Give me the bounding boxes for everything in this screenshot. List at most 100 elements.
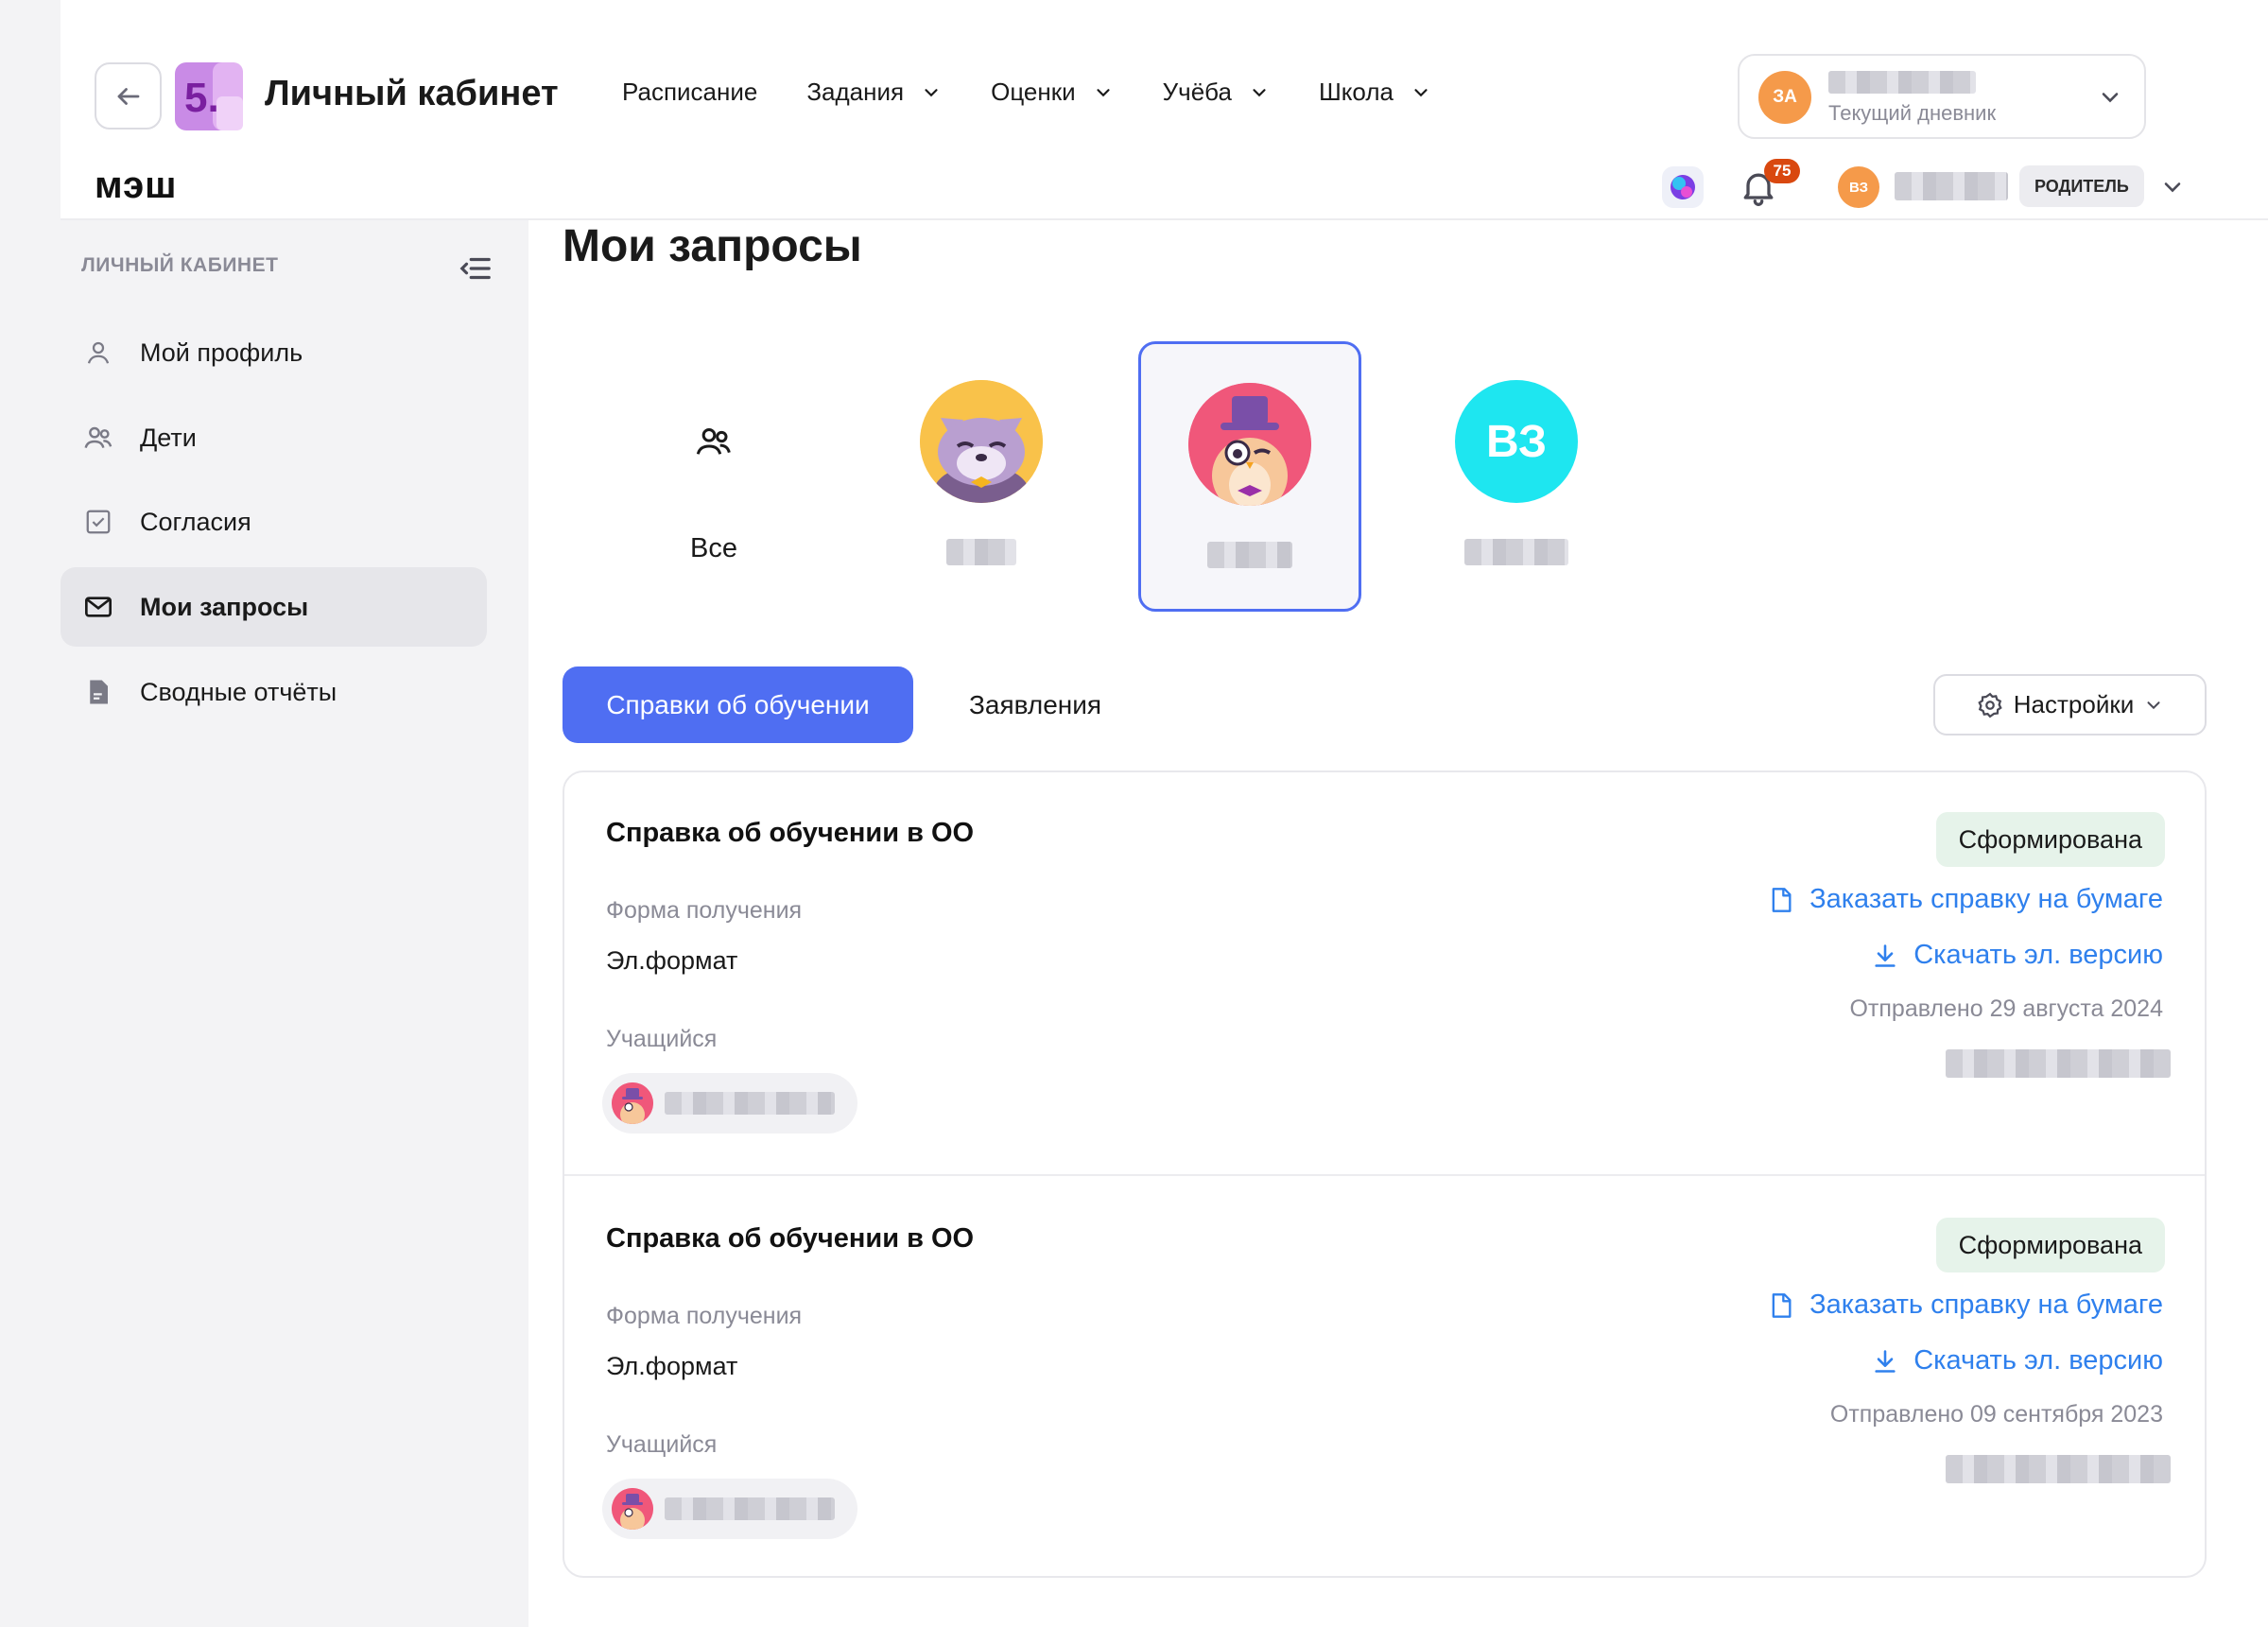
- sidebar-heading: ЛИЧНЫЙ КАБИНЕТ: [81, 254, 279, 276]
- student-name-redacted: [665, 1092, 835, 1115]
- student-name-redacted: [665, 1497, 835, 1520]
- back-button[interactable]: [95, 62, 162, 130]
- nav-school-label: Школа: [1318, 78, 1394, 106]
- collapse-sidebar-icon[interactable]: [458, 251, 493, 286]
- user-name-redacted: [1895, 172, 2008, 200]
- app-logo-icon: 5.: [175, 62, 243, 130]
- chevron-down-icon: [1253, 88, 1266, 96]
- nav-schedule-label: Расписание: [622, 78, 758, 106]
- sidebar-item-label: Мои запросы: [140, 592, 309, 621]
- download-link[interactable]: Скачать эл. версию: [1872, 1345, 2163, 1376]
- checkbox-icon: [79, 508, 117, 536]
- chevron-down-icon: [1097, 88, 1110, 96]
- download-icon: [1875, 1349, 1896, 1373]
- sent-date: Отправлено 29 августа 2024: [1849, 995, 2163, 1022]
- sidebar-item-label: Мой профиль: [140, 338, 303, 367]
- form-value: Эл.формат: [606, 946, 738, 975]
- owl-avatar: [1188, 383, 1311, 506]
- student-label: Учащийся: [606, 1431, 718, 1458]
- document-icon: [79, 678, 117, 706]
- form-label: Форма получения: [606, 897, 803, 924]
- status-badge: Сформирована: [1935, 1218, 2165, 1272]
- main-nav: Расписание Задания Оценки Учёба Школа: [622, 78, 1480, 107]
- assistant-icon[interactable]: [1662, 166, 1704, 208]
- nav-study[interactable]: Учёба: [1163, 78, 1270, 107]
- nav-grades-label: Оценки: [991, 78, 1076, 106]
- child-label: Все: [690, 533, 737, 563]
- child-name-redacted: [1207, 542, 1292, 568]
- form-label: Форма получения: [606, 1303, 803, 1329]
- arrow-left-icon: [117, 87, 139, 105]
- sent-date: Отправлено 09 сентября 2023: [1829, 1401, 2163, 1428]
- student-avatar: [612, 1082, 653, 1124]
- gear-icon: [1978, 692, 2002, 718]
- download-label: Скачать эл. версию: [1913, 940, 2163, 970]
- nav-tasks-label: Задания: [806, 78, 905, 106]
- chevron-down-icon: [2147, 701, 2160, 709]
- settings-button[interactable]: Настройки: [1933, 674, 2207, 736]
- settings-label: Настройки: [2013, 690, 2135, 718]
- request-card: Справка об обучении в ОО Форма получения…: [564, 1174, 2205, 1576]
- child-filter-owl[interactable]: [1138, 341, 1361, 612]
- sidebar-item-my-requests[interactable]: Мои запросы: [61, 567, 487, 647]
- chevron-down-icon: [2102, 93, 2119, 103]
- student-label: Учащийся: [606, 1026, 718, 1052]
- person-icon: [79, 338, 117, 367]
- sidebar: ЛИЧНЫЙ КАБИНЕТ Мой профиль Дети Согласия…: [61, 220, 528, 1627]
- diary-subtitle: Текущий дневник: [1828, 101, 1997, 125]
- form-value: Эл.формат: [606, 1352, 738, 1380]
- order-paper-link[interactable]: Заказать справку на бумаге: [1768, 884, 2163, 915]
- download-label: Скачать эл. версию: [1913, 1345, 2163, 1376]
- nav-grades[interactable]: Оценки: [991, 78, 1114, 107]
- nav-study-label: Учёба: [1162, 78, 1232, 106]
- tab-applications[interactable]: Заявления: [969, 666, 1101, 743]
- child-filter-all[interactable]: Все: [602, 341, 825, 612]
- download-icon: [1875, 943, 1896, 967]
- document-icon: [1772, 887, 1792, 912]
- student-chip: [602, 1073, 857, 1134]
- order-paper-label: Заказать справку на бумаге: [1809, 1289, 2163, 1320]
- role-badge: РОДИТЕЛЬ: [2019, 165, 2144, 207]
- status-badge: Сформирована: [1935, 812, 2165, 867]
- sidebar-item-profile[interactable]: Мой профиль: [61, 313, 487, 392]
- request-title: Справка об обучении в ОО: [606, 818, 975, 848]
- sidebar-item-label: Сводные отчёты: [140, 677, 338, 706]
- sidebar-item-label: Дети: [140, 423, 197, 452]
- child-name-redacted: [946, 539, 1016, 565]
- envelope-icon: [79, 592, 117, 622]
- chevron-down-icon: [925, 88, 938, 96]
- chevron-down-icon[interactable]: [2159, 174, 2186, 200]
- child-initials: ВЗ: [1485, 416, 1548, 467]
- all-children-icon: [652, 380, 775, 503]
- svg-text:5.: 5.: [184, 75, 219, 121]
- nav-schedule[interactable]: Расписание: [622, 78, 757, 107]
- nav-school[interactable]: Школа: [1319, 78, 1431, 107]
- left-gutter: [0, 0, 61, 1627]
- child-filter-vz[interactable]: ВЗ: [1405, 341, 1628, 612]
- order-paper-link[interactable]: Заказать справку на бумаге: [1768, 1289, 2163, 1321]
- child-name-redacted: [1464, 539, 1568, 565]
- sender-redacted: [1946, 1455, 2171, 1483]
- nav-tasks[interactable]: Задания: [806, 78, 942, 107]
- app-title: Личный кабинет: [265, 74, 559, 113]
- request-card: Справка об обучении в ОО Форма получения…: [564, 772, 2205, 1174]
- download-link[interactable]: Скачать эл. версию: [1872, 940, 2163, 971]
- request-title: Справка об обучении в ОО: [606, 1223, 975, 1254]
- sidebar-item-children[interactable]: Дети: [61, 398, 487, 477]
- diary-name-redacted: [1828, 71, 1976, 94]
- child-filter-cat[interactable]: [870, 341, 1093, 612]
- document-icon: [1772, 1292, 1792, 1318]
- diary-avatar: ЗА: [1758, 71, 1811, 124]
- sender-redacted: [1946, 1049, 2171, 1078]
- sidebar-item-reports[interactable]: Сводные отчёты: [61, 652, 487, 732]
- diary-selector[interactable]: ЗА Текущий дневник: [1738, 54, 2146, 139]
- user-avatar[interactable]: ВЗ: [1838, 166, 1879, 208]
- chevron-down-icon: [1414, 88, 1428, 96]
- order-paper-label: Заказать справку на бумаге: [1809, 884, 2163, 914]
- child-initials-avatar: ВЗ: [1455, 380, 1578, 503]
- sidebar-item-consents[interactable]: Согласия: [61, 482, 487, 562]
- sidebar-item-label: Согласия: [140, 507, 251, 536]
- notification-badge: 75: [1764, 159, 1800, 183]
- tab-certificates[interactable]: Справки об обучении: [563, 666, 913, 743]
- page-title: Мои запросы: [563, 221, 862, 271]
